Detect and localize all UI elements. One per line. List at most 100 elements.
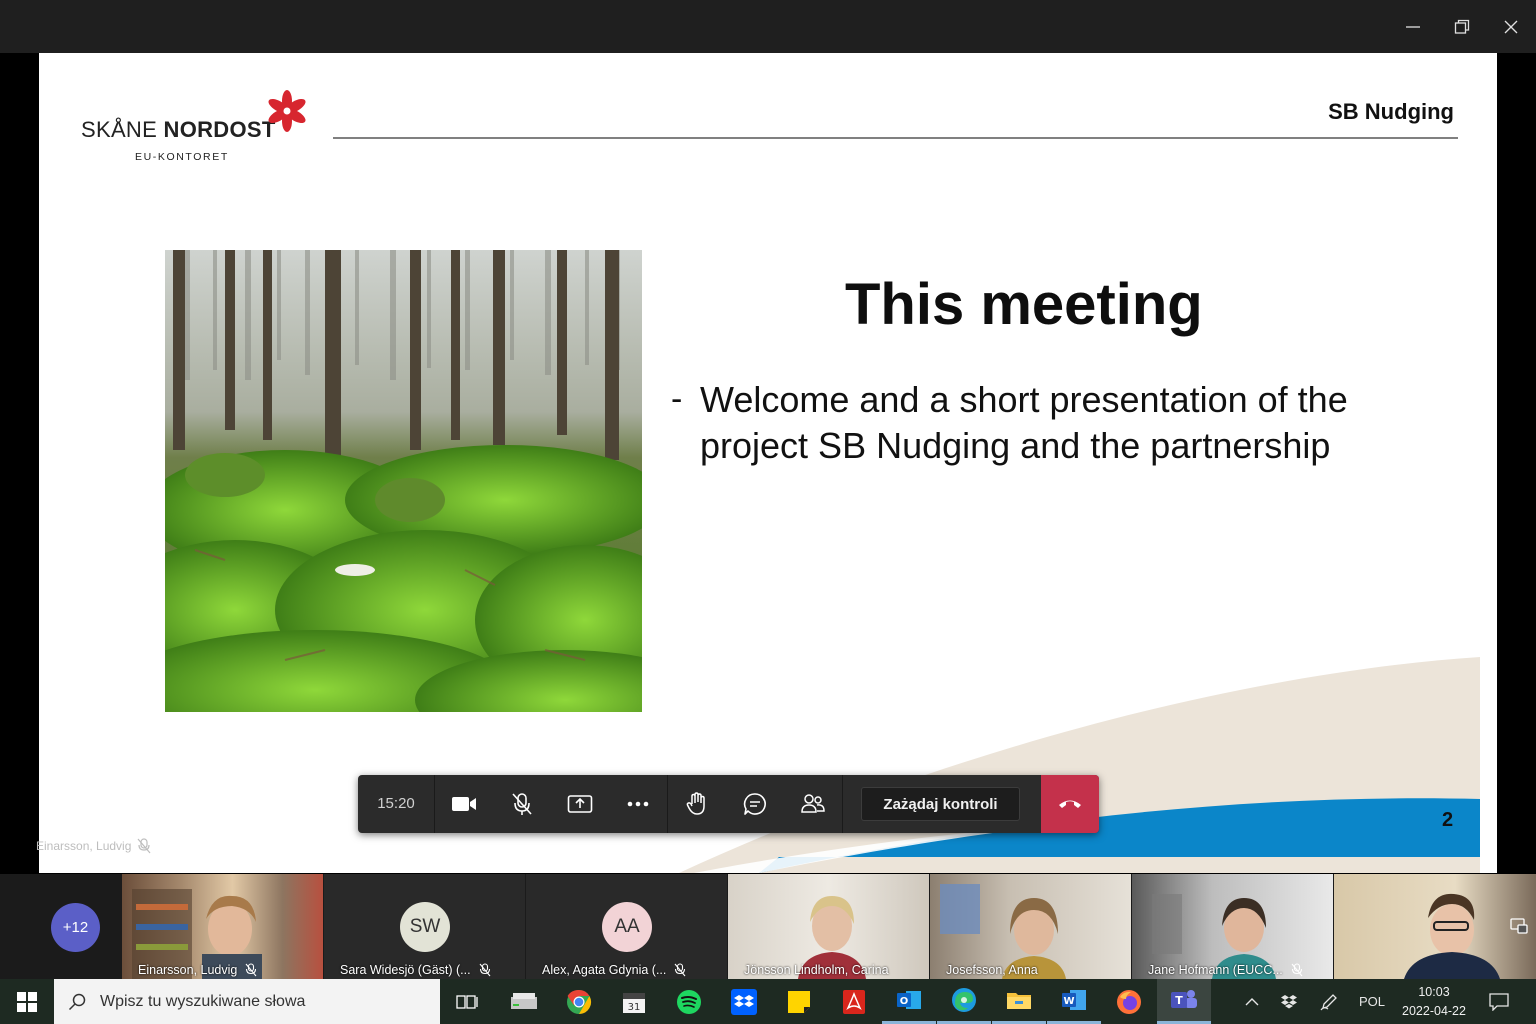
chat-icon (743, 793, 766, 815)
taskbar-app-sticky-notes[interactable] (772, 979, 826, 1024)
teams-icon: T (1171, 990, 1197, 1008)
restore-button[interactable] (1438, 0, 1486, 53)
participant-name: Alex, Agata Gdynia (... (542, 963, 667, 977)
taskbar-app-word[interactable]: W (1047, 979, 1101, 1024)
share-screen-button[interactable] (551, 775, 609, 833)
chevron-up-icon (1245, 997, 1259, 1005)
participant-tile[interactable]: SW Sara Widesjö (Gäst) (... (324, 874, 525, 979)
title-bar (0, 0, 1536, 53)
camera-button[interactable] (435, 775, 493, 833)
taskbar-app-dropbox[interactable] (717, 979, 771, 1024)
participant-name-label: Jönsson Lindholm, Carina (744, 963, 889, 977)
taskbar-app-spotify[interactable] (662, 979, 716, 1024)
participant-video (1404, 893, 1500, 979)
acrobat-icon (843, 989, 865, 1014)
pen-icon (1320, 993, 1337, 1010)
leave-call-button[interactable] (1041, 775, 1099, 833)
participant-tile[interactable]: Jane Hofmann (EUCC... (1132, 874, 1333, 979)
call-control-bar: 15:20 Zażądaj kontroli (358, 775, 1099, 833)
search-placeholder: Wpisz tu wyszukiwane słowa (100, 992, 306, 1010)
bullet-text: Welcome and a short presentation of the … (700, 379, 1348, 466)
participant-tile[interactable]: Einarsson, Ludvig (122, 874, 323, 979)
raise-hand-icon (686, 792, 705, 815)
participant-name-label: Josefsson, Anna (946, 963, 1038, 977)
drive-icon (511, 992, 537, 1009)
taskbar-search[interactable]: Wpisz tu wyszukiwane słowa (54, 979, 440, 1024)
taskbar-app-edge[interactable] (937, 979, 991, 1024)
request-control-button[interactable]: Zażądaj kontroli (861, 787, 1020, 821)
spotify-icon (677, 989, 701, 1014)
minimize-icon (1406, 25, 1420, 28)
restore-icon (1454, 19, 1470, 34)
show-hidden-icons-button[interactable] (1238, 979, 1266, 1024)
taskbar-app-firefox[interactable] (1102, 979, 1156, 1024)
slide-wave-decoration (679, 657, 1480, 873)
microphone-off-icon (674, 963, 686, 977)
dropbox-tray-icon (1281, 994, 1297, 1008)
task-view-button[interactable] (440, 979, 494, 1024)
pop-out-icon[interactable] (1510, 918, 1528, 939)
raise-hand-button[interactable] (668, 775, 726, 833)
more-participants-button[interactable]: +12 (51, 903, 100, 952)
tray-dropbox[interactable] (1275, 979, 1303, 1024)
participant-name: Sara Widesjö (Gäst) (... (340, 963, 471, 977)
notification-icon (1489, 992, 1509, 1011)
taskbar-app-teams[interactable]: T (1157, 979, 1211, 1024)
participant-name-label: Sara Widesjö (Gäst) (... (340, 963, 491, 977)
taskbar-app-hdd[interactable] (497, 979, 551, 1024)
participant-name: Jönsson Lindholm, Carina (744, 963, 889, 977)
participant-tile[interactable] (1334, 874, 1536, 979)
header-divider (333, 137, 1458, 139)
search-icon (68, 993, 86, 1010)
tray-pen[interactable] (1315, 979, 1343, 1024)
word-icon: W (1062, 990, 1086, 1010)
start-button[interactable] (0, 979, 54, 1024)
taskbar-app-chrome[interactable] (552, 979, 606, 1024)
svg-text:O: O (900, 996, 909, 1007)
microphone-off-icon (245, 963, 257, 977)
flower-icon (268, 90, 306, 132)
microphone-off-icon (1291, 963, 1303, 977)
shared-slide: SKÅNE NORDOST EU-KONTORET SB Nudging Thi… (39, 53, 1497, 873)
dropbox-icon (731, 988, 757, 1015)
participant-name-label: Jane Hofmann (EUCC... (1148, 963, 1303, 977)
windows-logo-icon (17, 991, 37, 1012)
microphone-off-icon (137, 838, 151, 854)
more-actions-button[interactable] (609, 775, 667, 833)
microphone-off-icon (479, 963, 491, 977)
participant-strip: +12 Einarsson, Ludvig SW Sara Widesjö (G… (0, 874, 1536, 979)
skane-nordost-logo: SKÅNE NORDOST EU-KONTORET (81, 89, 321, 169)
call-timer: 15:20 (358, 775, 435, 833)
participants-icon (801, 794, 825, 813)
language-indicator[interactable]: POL (1354, 979, 1390, 1024)
participants-button[interactable] (784, 775, 842, 833)
participant-tile[interactable]: Josefsson, Anna (930, 874, 1131, 979)
taskbar-app-acrobat[interactable] (827, 979, 881, 1024)
sticky-notes-icon (788, 990, 810, 1013)
minimize-button[interactable] (1389, 0, 1437, 53)
control-separator (842, 775, 843, 833)
participant-name: Einarsson, Ludvig (138, 963, 238, 977)
close-button[interactable] (1487, 0, 1535, 53)
camera-icon (452, 797, 476, 811)
svg-text:T: T (1175, 994, 1183, 1007)
share-screen-icon (567, 795, 593, 813)
taskbar-app-calendar[interactable]: 31 (607, 979, 661, 1024)
edge-icon (952, 988, 976, 1012)
windows-taskbar: Wpisz tu wyszukiwane słowa 31 O W T POL … (0, 979, 1536, 1024)
participant-avatar: SW (400, 902, 450, 952)
microphone-button[interactable] (493, 775, 551, 833)
slide-page-number: 2 (1442, 809, 1454, 831)
participant-name: Josefsson, Anna (946, 963, 1038, 977)
chat-button[interactable] (726, 775, 784, 833)
action-center-button[interactable] (1484, 979, 1514, 1024)
taskbar-clock[interactable]: 10:03 2022-04-22 (1398, 983, 1470, 1021)
outlook-icon: O (897, 991, 921, 1009)
participant-tile[interactable]: AA Alex, Agata Gdynia (... (526, 874, 727, 979)
participant-tile[interactable]: Jönsson Lindholm, Carina (728, 874, 929, 979)
taskbar-app-outlook[interactable]: O (882, 979, 936, 1024)
svg-text:W: W (1063, 996, 1074, 1007)
svg-text:31: 31 (628, 1002, 641, 1013)
presenter-label: Einarsson, Ludvig (36, 838, 151, 854)
taskbar-app-file-explorer[interactable] (992, 979, 1046, 1024)
